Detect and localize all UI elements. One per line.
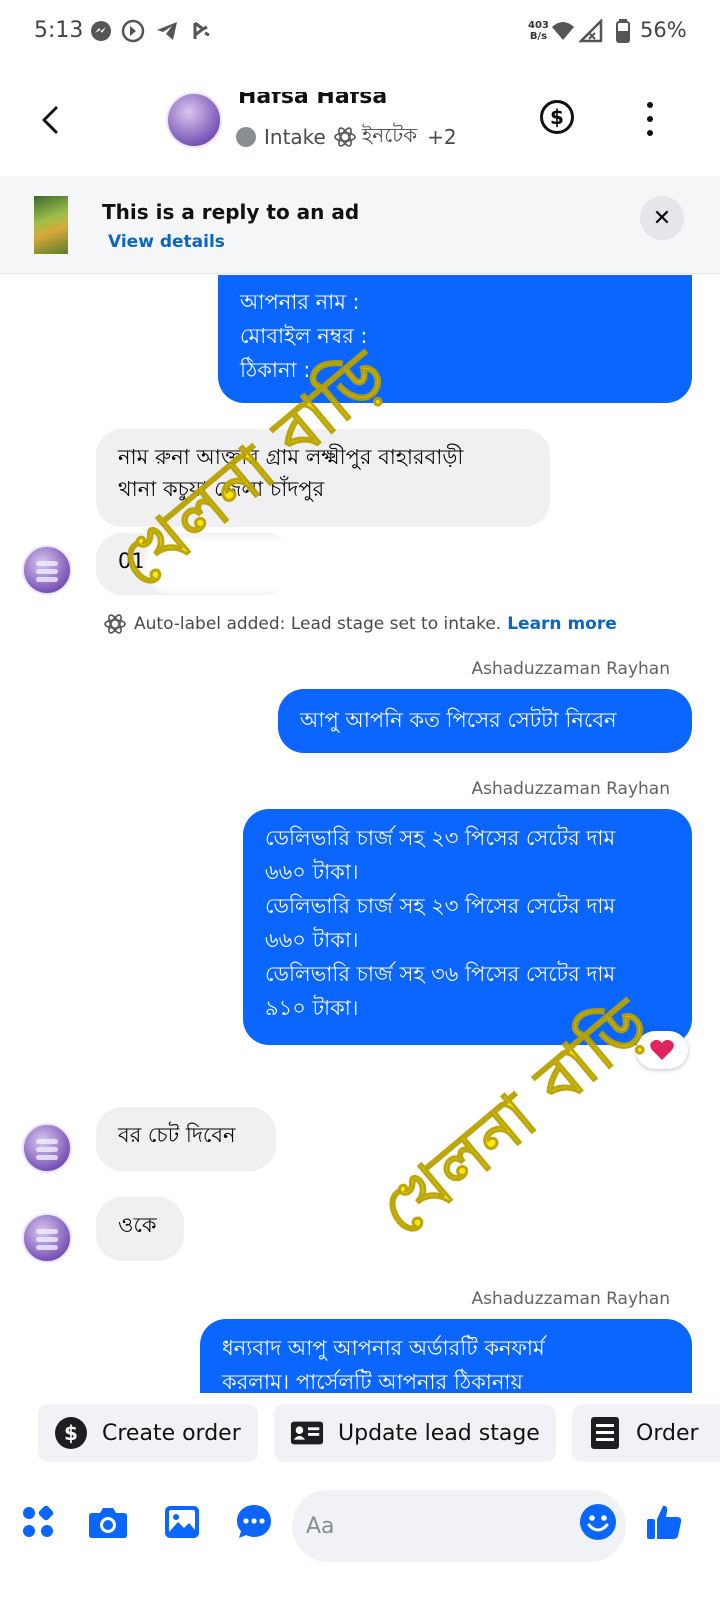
auto-label-icon <box>104 613 126 635</box>
incoming-message[interactable]: ওকে <box>96 1197 184 1261</box>
label-more-count: +2 <box>427 125 457 149</box>
network-speed-value: 403 <box>528 20 549 31</box>
message-text: ডেলিভারি চার্জ সহ ২৩ পিসের সেটের দাম <box>265 894 616 918</box>
signal-icon <box>578 18 604 44</box>
order-label: Order <box>636 1420 699 1446</box>
apps-grid-icon <box>23 1505 54 1537</box>
messaging-app-icon <box>120 18 146 44</box>
contact-avatar-small[interactable] <box>22 545 72 595</box>
chevron-left-icon <box>42 106 58 134</box>
learn-more-link[interactable]: Learn more <box>507 614 617 634</box>
lead-labels[interactable]: Intake ইনটেক +2 <box>236 122 457 152</box>
apps-grid-button[interactable] <box>18 1502 58 1542</box>
create-order-label: Create order <box>102 1420 241 1446</box>
thumbs-up-icon <box>647 1505 682 1539</box>
ad-thumbnail[interactable] <box>34 196 68 254</box>
emoji-button[interactable] <box>578 1502 618 1542</box>
network-speed: 403 B/s <box>528 20 549 42</box>
dollar-icon: $ <box>550 105 564 129</box>
status-dot <box>236 127 256 147</box>
message-text: করলাম। পার্সেলটি আপনার ঠিকানায় <box>222 1370 523 1393</box>
ad-reply-banner: This is a reply to an ad View details ✕ <box>0 176 720 274</box>
status-bar: 5:13 403 B/s 56% <box>0 0 720 64</box>
message-text: ধন্যবাদ আপু আপনার অর্ডারটি কনফার্ম <box>222 1336 545 1360</box>
network-speed-unit: B/s <box>529 31 548 42</box>
update-lead-stage-label: Update lead stage <box>338 1420 540 1446</box>
telegram-icon <box>154 18 180 44</box>
message-input[interactable] <box>292 1490 626 1562</box>
camera-icon <box>89 1508 127 1538</box>
outgoing-message[interactable]: আপু আপনি কত পিসের সেটটা নিবেন <box>278 689 692 753</box>
incoming-message[interactable]: বর চেট দিবেন <box>96 1107 276 1171</box>
contact-avatar-small[interactable] <box>22 1123 72 1173</box>
update-lead-stage-button[interactable]: Update lead stage <box>274 1404 556 1462</box>
quick-actions-bar: $ Create order Update lead stage Order <box>0 1394 720 1480</box>
outgoing-message[interactable]: ধন্যবাদ আপু আপনার অর্ডারটি কনফার্ম করলাম… <box>200 1319 692 1393</box>
message-text: আপনার নাম : <box>240 290 360 314</box>
system-notice: Auto-label added: Lead stage set to inta… <box>104 609 617 639</box>
label-intake: Intake <box>264 125 326 149</box>
message-text: ওকে <box>118 1213 157 1237</box>
more-options-button[interactable] <box>640 102 660 136</box>
message-text: ৬৬০ টাকা। <box>265 860 359 884</box>
system-notice-text: Auto-label added: Lead stage set to inta… <box>134 614 502 634</box>
close-icon: ✕ <box>652 205 672 231</box>
contact-avatar[interactable] <box>166 92 222 148</box>
gallery-button[interactable] <box>162 1502 202 1542</box>
image-icon <box>165 1506 199 1538</box>
receipt-icon <box>588 1416 622 1450</box>
messenger-notification-icon <box>88 18 114 44</box>
contact-card-icon <box>290 1416 324 1450</box>
bluetooth-data-icon <box>188 18 214 44</box>
auto-label-icon <box>334 126 356 148</box>
conversation-header: Hafsa Hafsa Intake ইনটেক +2 $ <box>0 70 720 175</box>
camera-button[interactable] <box>88 1502 128 1542</box>
view-details-link[interactable]: View details <box>108 232 225 252</box>
ad-banner-title: This is a reply to an ad <box>102 200 360 224</box>
message-text: মোবাইল নম্বর : <box>240 324 368 348</box>
order-button[interactable]: Order <box>572 1404 720 1462</box>
sender-name: Ashaduzzaman Rayhan <box>471 659 670 679</box>
saved-replies-button[interactable] <box>234 1502 274 1542</box>
contact-avatar-small[interactable] <box>22 1213 72 1263</box>
svg-text:$: $ <box>64 1421 78 1445</box>
message-text: বর চেট দিবেন <box>118 1123 236 1147</box>
dollar-circle-icon: $ <box>54 1416 88 1450</box>
contact-name[interactable]: Hafsa Hafsa <box>238 92 387 106</box>
wifi-icon <box>550 18 576 44</box>
payment-button[interactable]: $ <box>540 100 574 134</box>
emoji-icon <box>580 1504 616 1540</box>
back-button[interactable] <box>36 100 72 140</box>
message-composer <box>0 1480 720 1600</box>
label-intake-bn: ইনটেক <box>361 122 418 147</box>
like-button[interactable] <box>644 1502 684 1542</box>
battery-icon <box>610 18 636 44</box>
message-list[interactable]: আপনার নাম : মোবাইল নম্বর : ঠিকানা : নাম … <box>0 275 720 1393</box>
sender-name: Ashaduzzaman Rayhan <box>471 779 670 799</box>
chat-bubble-icon <box>237 1505 271 1538</box>
message-text: ডেলিভারি চার্জ সহ ২৩ পিসের সেটের দাম <box>265 826 616 850</box>
create-order-button[interactable]: $ Create order <box>38 1404 258 1462</box>
battery-percentage: 56% <box>640 18 687 42</box>
message-text: ৬৬০ টাকা। <box>265 928 359 952</box>
close-ad-banner-button[interactable]: ✕ <box>640 196 684 240</box>
sender-name: Ashaduzzaman Rayhan <box>471 1289 670 1309</box>
status-time: 5:13 <box>34 18 84 43</box>
message-text: আপু আপনি কত পিসের সেটটা নিবেন <box>300 708 617 732</box>
